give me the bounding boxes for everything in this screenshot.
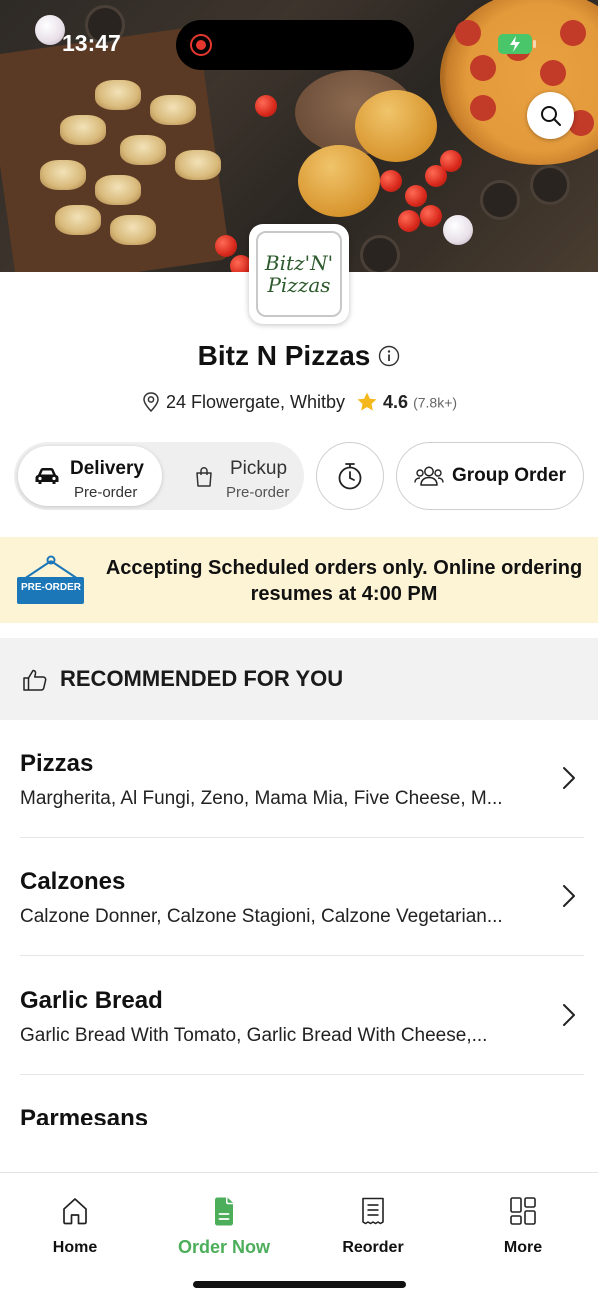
home-indicator[interactable]	[193, 1281, 406, 1288]
logo-text-line1: Bitz'N'	[264, 251, 334, 275]
category-row-parmesans[interactable]: Parmesans	[0, 1075, 598, 1125]
pickup-label: Pickup	[230, 458, 288, 479]
store-title: Bitz N Pizzas	[0, 340, 598, 374]
delivery-option[interactable]: Delivery Pre-order	[18, 446, 162, 506]
search-button[interactable]	[527, 92, 574, 139]
receipt-icon	[313, 1193, 433, 1229]
nav-more[interactable]: More	[463, 1193, 583, 1257]
food-item	[215, 235, 237, 257]
food-item	[470, 95, 496, 121]
home-icon	[15, 1193, 135, 1229]
nav-label: More	[503, 1239, 543, 1256]
category-row-garlic-bread[interactable]: Garlic Bread Garlic Bread With Tomato, G…	[0, 957, 598, 1075]
food-item	[470, 55, 496, 81]
nav-label: Order Now	[177, 1237, 270, 1257]
status-time: 13:47	[62, 30, 121, 56]
pickup-option[interactable]: Pickup Pre-order	[164, 446, 300, 506]
nav-order-now[interactable]: Order Now	[164, 1193, 284, 1258]
food-item	[40, 160, 86, 190]
category-name: Pizzas	[20, 750, 94, 777]
chevron-right-icon	[562, 884, 576, 913]
food-item	[380, 170, 402, 192]
logo-text-line2: Pizzas	[267, 273, 331, 297]
group-order-label: Group Order	[451, 465, 566, 486]
rating-value: 4.6	[383, 391, 409, 412]
battery-charging-icon	[498, 34, 536, 54]
store-logo: Bitz'N' Pizzas	[249, 224, 349, 324]
banner-message: Accepting Scheduled orders only. Online …	[105, 557, 583, 605]
grid-icon	[463, 1193, 583, 1229]
shopping-bag-icon	[194, 466, 214, 493]
star-icon	[356, 391, 383, 411]
category-items: Garlic Bread With Tomato, Garlic Bread W…	[20, 1025, 488, 1046]
nav-label: Reorder	[342, 1239, 404, 1256]
review-count: (7.8k+)	[413, 394, 458, 411]
food-item	[120, 135, 166, 165]
nav-label: Home	[52, 1239, 98, 1256]
delivery-sub-label: Pre-order	[74, 484, 138, 501]
food-item	[560, 20, 586, 46]
food-item	[355, 90, 437, 162]
info-icon[interactable]	[378, 342, 400, 374]
food-item	[175, 150, 221, 180]
stopwatch-icon	[338, 463, 362, 490]
dynamic-island	[176, 20, 414, 70]
category-items: Margherita, Al Fungi, Zeno, Mama Mia, Fi…	[20, 788, 503, 809]
chevron-right-icon	[562, 766, 576, 795]
category-row-calzones[interactable]: Calzones Calzone Donner, Calzone Stagion…	[0, 838, 598, 956]
food-item	[110, 215, 156, 245]
preorder-sign-icon: PRE-ORDER	[16, 555, 86, 612]
thumbs-up-icon	[22, 668, 48, 697]
store-name: Bitz N Pizzas	[197, 340, 371, 371]
food-item	[440, 150, 462, 172]
food-item	[405, 185, 427, 207]
food-item	[150, 95, 196, 125]
order-icon	[164, 1193, 284, 1229]
category-name: Parmesans	[20, 1105, 149, 1125]
food-item	[35, 15, 65, 45]
food-item	[420, 205, 442, 227]
pickup-sub-label: Pre-order	[226, 484, 290, 501]
screen-recording-icon	[190, 34, 212, 56]
food-item	[55, 205, 101, 235]
food-item	[360, 235, 400, 272]
recommended-title: RECOMMENDED FOR YOU	[60, 666, 344, 691]
preorder-sign-text: PRE-ORDER	[20, 582, 81, 593]
food-item	[480, 180, 520, 220]
order-mode-toggle: Delivery Pre-order Pickup Pre-order	[14, 442, 304, 510]
food-item	[298, 145, 380, 217]
search-icon	[540, 105, 561, 126]
food-item	[255, 95, 277, 117]
category-name: Calzones	[20, 868, 126, 895]
nav-reorder[interactable]: Reorder	[313, 1193, 433, 1257]
food-item	[95, 175, 141, 205]
food-item	[540, 60, 566, 86]
food-item	[443, 215, 473, 245]
store-address: 24 Flowergate, Whitby	[165, 391, 346, 412]
location-pin-icon	[141, 391, 166, 413]
delivery-label: Delivery	[70, 458, 144, 479]
food-item	[95, 80, 141, 110]
chevron-right-icon	[562, 1003, 576, 1032]
food-item	[398, 210, 420, 232]
food-item	[530, 165, 570, 205]
scheduled-orders-banner: PRE-ORDER Accepting Scheduled orders onl…	[0, 537, 598, 623]
divider	[20, 955, 584, 956]
recommended-header: RECOMMENDED FOR YOU	[0, 638, 598, 720]
store-meta: 24 Flowergate, Whitby 4.6 (7.8k+)	[0, 391, 598, 413]
car-icon	[34, 466, 60, 491]
category-row-pizzas[interactable]: Pizzas Margherita, Al Fungi, Zeno, Mama …	[0, 720, 598, 838]
category-name: Garlic Bread	[20, 987, 163, 1014]
group-users-icon	[414, 466, 444, 486]
food-item	[60, 115, 106, 145]
nav-home[interactable]: Home	[15, 1193, 135, 1257]
category-items: Calzone Donner, Calzone Stagioni, Calzon…	[20, 906, 503, 927]
schedule-button[interactable]	[316, 442, 384, 510]
group-order-button[interactable]: Group Order	[396, 442, 584, 510]
food-item	[455, 20, 481, 46]
